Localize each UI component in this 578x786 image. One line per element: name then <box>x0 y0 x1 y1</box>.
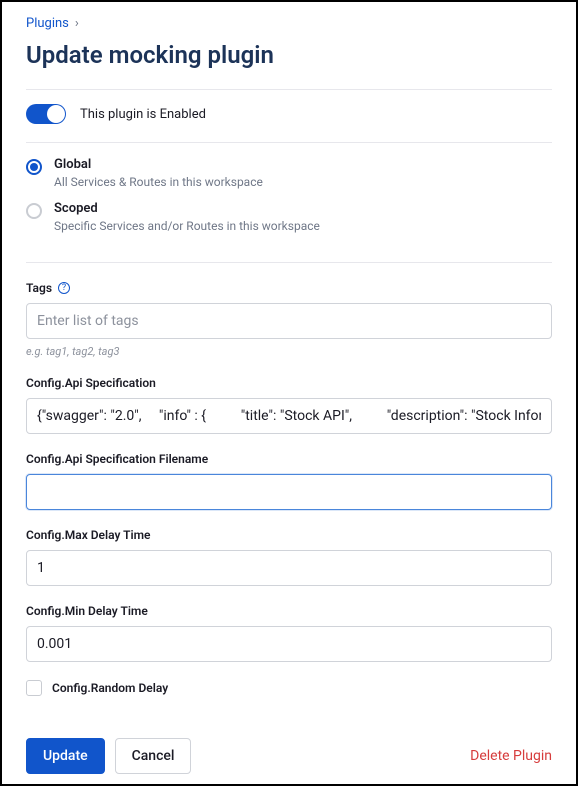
tags-group: Tags ? e.g. tag1, tag2, tag3 <box>26 281 552 358</box>
update-button[interactable]: Update <box>26 738 105 774</box>
footer: Update Cancel Delete Plugin <box>26 738 552 774</box>
radio-global[interactable] <box>26 159 42 175</box>
api-spec-input[interactable] <box>26 398 552 434</box>
radio-scoped[interactable] <box>26 203 42 219</box>
max-delay-input[interactable] <box>26 550 552 586</box>
help-icon[interactable]: ? <box>58 282 70 294</box>
api-spec-filename-label: Config.Api Specification Filename <box>26 452 208 466</box>
delete-plugin-button[interactable]: Delete Plugin <box>470 748 552 764</box>
scope-scoped-desc: Specific Services and/or Routes in this … <box>54 218 320 235</box>
random-delay-label: Config.Random Delay <box>52 681 168 695</box>
tags-hint: e.g. tag1, tag2, tag3 <box>26 345 552 358</box>
enable-toggle-label: This plugin is Enabled <box>80 107 206 122</box>
breadcrumb: Plugins › <box>26 16 552 31</box>
max-delay-label: Config.Max Delay Time <box>26 528 151 542</box>
enable-section: This plugin is Enabled <box>26 90 552 142</box>
scope-option-scoped[interactable]: Scoped Specific Services and/or Routes i… <box>26 201 552 235</box>
api-spec-label: Config.Api Specification <box>26 376 156 390</box>
scope-global-title: Global <box>54 157 263 174</box>
scope-group: Global All Services & Routes in this wor… <box>26 143 552 262</box>
min-delay-label: Config.Min Delay Time <box>26 604 148 618</box>
scope-global-text: Global All Services & Routes in this wor… <box>54 157 263 191</box>
min-delay-group: Config.Min Delay Time <box>26 604 552 662</box>
max-delay-group: Config.Max Delay Time <box>26 528 552 586</box>
tags-input[interactable] <box>26 303 552 339</box>
scope-scoped-title: Scoped <box>54 201 320 218</box>
api-spec-group: Config.Api Specification <box>26 376 552 434</box>
cancel-button[interactable]: Cancel <box>115 738 192 774</box>
toggle-knob <box>47 105 65 123</box>
radio-dot <box>30 163 38 171</box>
min-delay-input[interactable] <box>26 626 552 662</box>
api-spec-filename-input[interactable] <box>26 474 552 510</box>
scope-scoped-text: Scoped Specific Services and/or Routes i… <box>54 201 320 235</box>
api-spec-filename-group: Config.Api Specification Filename <box>26 452 552 510</box>
random-delay-checkbox[interactable] <box>26 680 42 696</box>
enable-toggle[interactable] <box>26 104 66 124</box>
random-delay-row: Config.Random Delay <box>26 680 552 696</box>
page-title: Update mocking plugin <box>26 41 552 69</box>
chevron-right-icon: › <box>75 16 79 31</box>
scope-option-global[interactable]: Global All Services & Routes in this wor… <box>26 157 552 191</box>
divider <box>26 262 552 263</box>
tags-label: Tags <box>26 281 52 295</box>
breadcrumb-plugins-link[interactable]: Plugins <box>26 16 69 31</box>
scope-global-desc: All Services & Routes in this workspace <box>54 174 263 191</box>
